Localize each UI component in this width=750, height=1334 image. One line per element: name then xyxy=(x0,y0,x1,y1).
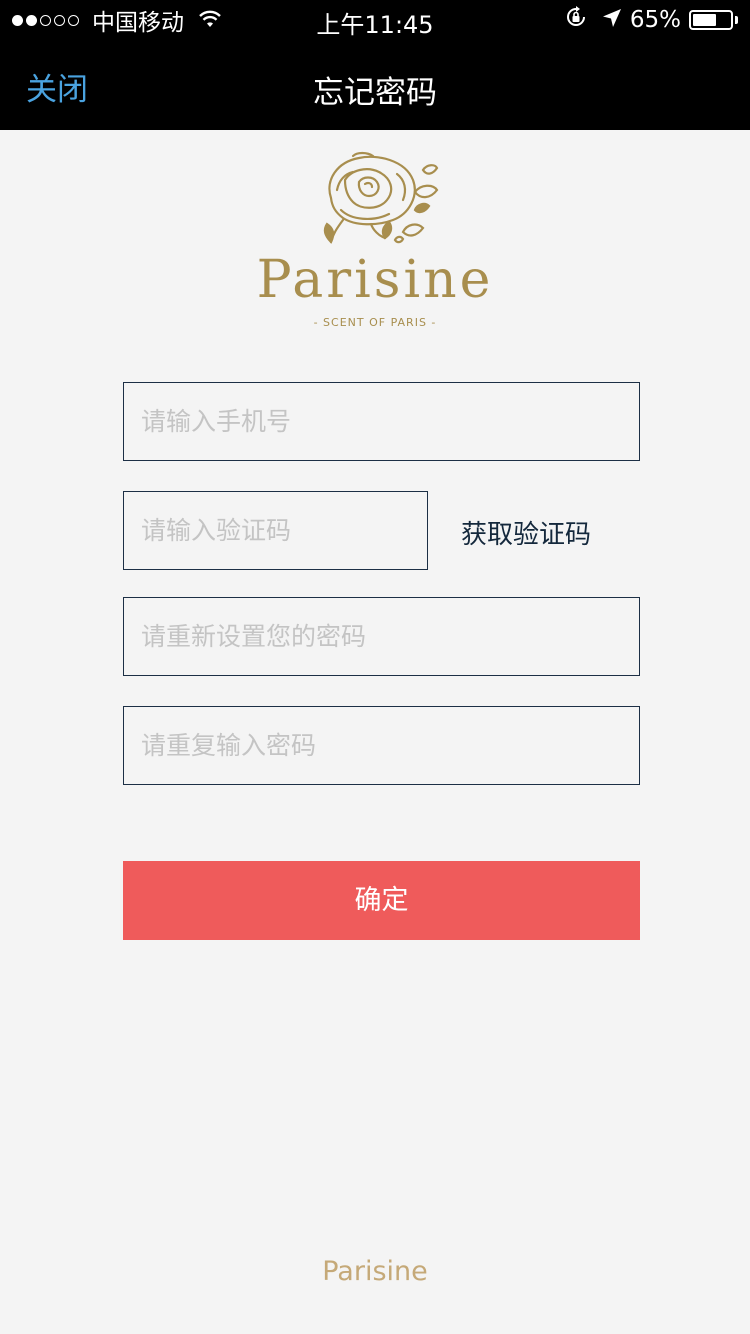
logo-wordmark: Parisine xyxy=(256,250,494,310)
battery-icon xyxy=(689,10,733,30)
code-field xyxy=(123,491,428,570)
verification-code-input[interactable] xyxy=(124,492,427,569)
phone-input[interactable] xyxy=(124,383,639,460)
page-title: 忘记密码 xyxy=(313,75,437,111)
footer-brand: Parisine xyxy=(322,1256,428,1287)
repeat-password-field xyxy=(123,706,640,785)
status-right: 65% xyxy=(564,6,738,34)
status-bar: 中国移动 上午11:45 65% xyxy=(0,0,750,40)
battery-fill xyxy=(693,14,716,26)
logo-tagline: - SCENT OF PARIS - xyxy=(313,316,437,329)
get-code-button[interactable]: 获取验证码 xyxy=(461,514,591,551)
battery-percent: 65% xyxy=(629,7,681,33)
rose-icon xyxy=(323,151,439,244)
confirm-button[interactable]: 确定 xyxy=(123,861,640,940)
phone-field xyxy=(123,382,640,461)
new-password-input[interactable] xyxy=(124,598,639,675)
nav-bar: 关闭 忘记密码 xyxy=(0,40,750,130)
repeat-password-input[interactable] xyxy=(124,707,639,784)
battery-nub xyxy=(735,16,738,24)
brand-logo: Parisine - SCENT OF PARIS - xyxy=(245,150,505,335)
new-password-field xyxy=(123,597,640,676)
location-arrow-icon xyxy=(602,6,622,34)
rotation-lock-icon xyxy=(564,5,588,35)
